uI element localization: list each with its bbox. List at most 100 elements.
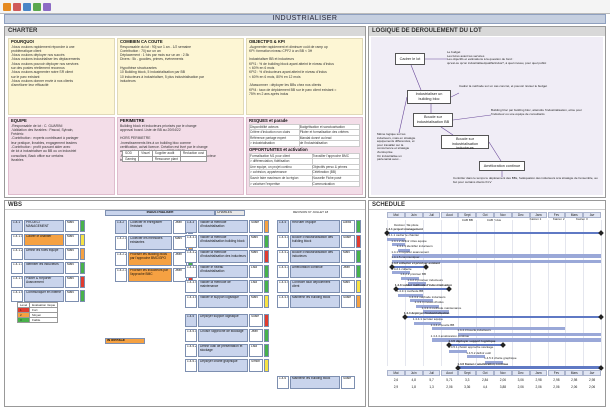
wbs-id: 1.4.4.2 xyxy=(277,250,289,263)
gantt-bottom-month: Juil xyxy=(422,370,441,376)
print-icon[interactable] xyxy=(43,3,51,11)
wbs-task-name[interactable]: Identifier les inducteurs xyxy=(24,262,64,274)
wbs-task-name[interactable]: Contrôler taux déploiement client xyxy=(290,280,340,293)
wbs-task-name[interactable]: Piloter & Reporter Avancement xyxy=(24,276,64,288)
logic-header: LOGIQUE DE DEROULEMENT DU LOT xyxy=(369,27,605,36)
cut-icon[interactable] xyxy=(13,3,21,11)
wbs-owner-cell: Simon xyxy=(249,359,263,372)
wbs-task-name[interactable]: Valider le support logistique xyxy=(198,295,248,308)
gantt-bottom-month: Aout xyxy=(440,370,459,376)
wbs-task-name[interactable]: Valider la méthode d'industrialisation xyxy=(198,220,248,233)
wbs-task-name[interactable]: Communiquer en interne xyxy=(24,290,64,302)
wbs-task-name[interactable]: Prioriser les building blocs par l'appro… xyxy=(128,252,172,266)
gantt-summary-bar[interactable] xyxy=(458,366,601,369)
gantt-load-value: 1,8 xyxy=(411,385,416,389)
wbs-risk-cell xyxy=(356,265,361,278)
save-icon[interactable] xyxy=(3,3,11,11)
wbs-task-name[interactable]: Valider la méthode de maintenance xyxy=(198,280,248,293)
gantt-milestone-diamond xyxy=(500,342,506,349)
wbs-task-name[interactable]: Déployer charte graphique xyxy=(198,359,248,372)
gantt-task-bar[interactable] xyxy=(467,355,486,359)
gantt-load-value: 2,98 xyxy=(571,378,578,382)
gantt-task-label: 1.4.5.3 charte graphique xyxy=(484,356,517,361)
wbs-risk-cell xyxy=(264,295,269,308)
wbs-task-name[interactable]: Collecter et enregistrer l'existant xyxy=(128,220,172,234)
wbs-task-name[interactable]: Maintenir les building block xyxy=(290,295,340,308)
wbs-owner-cell: Jean xyxy=(341,265,355,278)
logic-arrows xyxy=(398,58,503,177)
gantt-task-label: 1.4.3.2 méthode inducteurs xyxy=(409,294,446,299)
gantt-task-bar[interactable] xyxy=(431,327,566,331)
gantt-bottom-month: Juin xyxy=(404,370,423,376)
wbs-id: 1.4.4.3 xyxy=(277,265,289,278)
wbs-task-name[interactable]: Choisir l'approche de stockage xyxy=(198,329,248,342)
gantt-load-value: 2,98 xyxy=(588,378,596,382)
gantt-gridline xyxy=(601,220,602,366)
gantt-task-label: 1.4.2 collecter et prioriser existant xyxy=(391,261,440,265)
gantt-load-value: 2,06 xyxy=(517,385,524,389)
copy-icon[interactable] xyxy=(23,3,31,11)
gantt-milestone-diamond xyxy=(598,230,604,237)
wbs-task-name[interactable]: Valider la méthode d'industrialisation d… xyxy=(198,250,248,263)
gantt-task-label: 1.4.5.1 choisir approche stockage xyxy=(448,345,494,349)
wbs-owner-cell: Marc xyxy=(65,276,79,288)
gantt-load-value: 2,84 xyxy=(481,378,489,382)
wbs-task-name[interactable]: Boucle d'industrialisation des building … xyxy=(290,235,340,248)
document-title: INDUSTRIALISER xyxy=(4,14,606,24)
wbs-task-name[interactable]: Prioriser les inducteurs par l'approche … xyxy=(128,268,172,282)
logic-panel: LOGIQUE DE DEROULEMENT DU LOT Cadrer le … xyxy=(368,26,606,198)
wbs-owner-cell: Marc xyxy=(341,250,355,263)
wbs-task-name[interactable]: PROJECT MANAGEMENT xyxy=(24,220,64,232)
gantt-task-label: 1.4.4 déployer l'industrialisation xyxy=(403,311,450,316)
wbs-risk-cell xyxy=(80,220,85,232)
gantt-task-label: 1.4.3.1 méthode BB xyxy=(396,289,424,293)
gantt-task-bar[interactable] xyxy=(449,349,468,353)
wbs-task-name[interactable]: Valider le niveau d'industrialisation xyxy=(198,265,248,278)
gantt-load-value: 3,36 xyxy=(464,385,471,389)
gantt-task-label: 1.4.2.2 prioriser BB xyxy=(400,272,426,277)
wbs-risk-cell xyxy=(264,280,269,293)
pourquoi-text: -Nous voulons rapidement répondre à une … xyxy=(11,44,80,88)
wbs-task-name[interactable]: Amélioration continue xyxy=(290,265,340,278)
gantt-load-value: 5,71 xyxy=(446,378,453,382)
wbs-risk-cell xyxy=(264,220,269,233)
wbs-id: 1.4.4.5 xyxy=(277,295,289,308)
gantt-task-bar[interactable] xyxy=(392,254,601,258)
perimetre-box: PERIMETRE Building block et inducteurs p… xyxy=(117,117,244,195)
wbs-task-name[interactable]: Collecter les méthodes existantes xyxy=(128,236,172,250)
combien-text: Responsable du lot : 90j sur 1 an - 1/2 … xyxy=(120,44,205,83)
wbs-id: 1.4.5.2 xyxy=(185,344,197,357)
wbs-risk-cell xyxy=(80,290,85,302)
gantt-task-label: 1.4.4.4 amélioration continue xyxy=(430,333,470,338)
wbs-task-name[interactable]: Valider la méthode d'industrialisation b… xyxy=(198,235,248,248)
gantt-task-label: 1.4.2.3 prioriser inducteurs xyxy=(407,277,443,282)
pourquoi-box: POURQUOI -Nous voulons rapidement répond… xyxy=(8,38,115,115)
paste-icon[interactable] xyxy=(33,3,41,11)
wbs-owner-cell: Marc xyxy=(65,220,79,232)
wbs-area: INDUSTRIALISER CHARLES REVISION 97 JUILL… xyxy=(5,210,365,406)
gantt-task-label: 1.4.5.2 définir outil xyxy=(466,350,491,355)
objectifs-box: OBJECTIFS & KPI -Augmenter rapidement et… xyxy=(246,38,363,115)
wbs-risk-cell xyxy=(264,344,269,357)
wbs-task-name[interactable]: Recruter l'équipe xyxy=(290,220,340,233)
wbs-risk-cell xyxy=(356,280,361,293)
charter-panel: CHARTER POURQUOI -Nous voulons rapidemen… xyxy=(4,26,366,198)
wbs-task-name[interactable]: Déployer support logistique xyxy=(198,314,248,327)
wbs-lot-title: INDUSTRIALISER xyxy=(105,210,215,216)
wbs-task-name[interactable]: Boucle d'industrialisation des inducteur… xyxy=(290,250,340,263)
wbs-owner-cell: Susie xyxy=(341,376,355,389)
objectifs-text: -Augmenter rapidement et diminuer coût d… xyxy=(249,44,337,96)
wbs-owner-cell: Lisa xyxy=(249,280,263,293)
wbs-owner-cell: Marc xyxy=(65,234,79,246)
wbs-task-name[interactable]: Définir outil de présentation et stockag… xyxy=(198,344,248,357)
gantt-bottom-month: Mars xyxy=(565,370,584,376)
gantt-month-header: Dec xyxy=(511,212,530,218)
gantt-task-label: 1.4.2.1 collecte xyxy=(391,266,412,271)
wbs-revision: REVISION 97 JUILLET 18 xyxy=(293,210,329,214)
wbs-task-name[interactable]: Cadrer le chantier xyxy=(24,234,64,246)
wbs-task-name[interactable]: Définir les rôles équipe xyxy=(24,248,64,260)
wbs-id: 1.4.2.3 xyxy=(115,268,127,282)
wbs-task-name[interactable]: Maintenir les building block xyxy=(290,376,340,389)
gantt-milestone-note: CAB BB xyxy=(461,218,473,222)
gantt-task-bar[interactable] xyxy=(458,332,601,336)
